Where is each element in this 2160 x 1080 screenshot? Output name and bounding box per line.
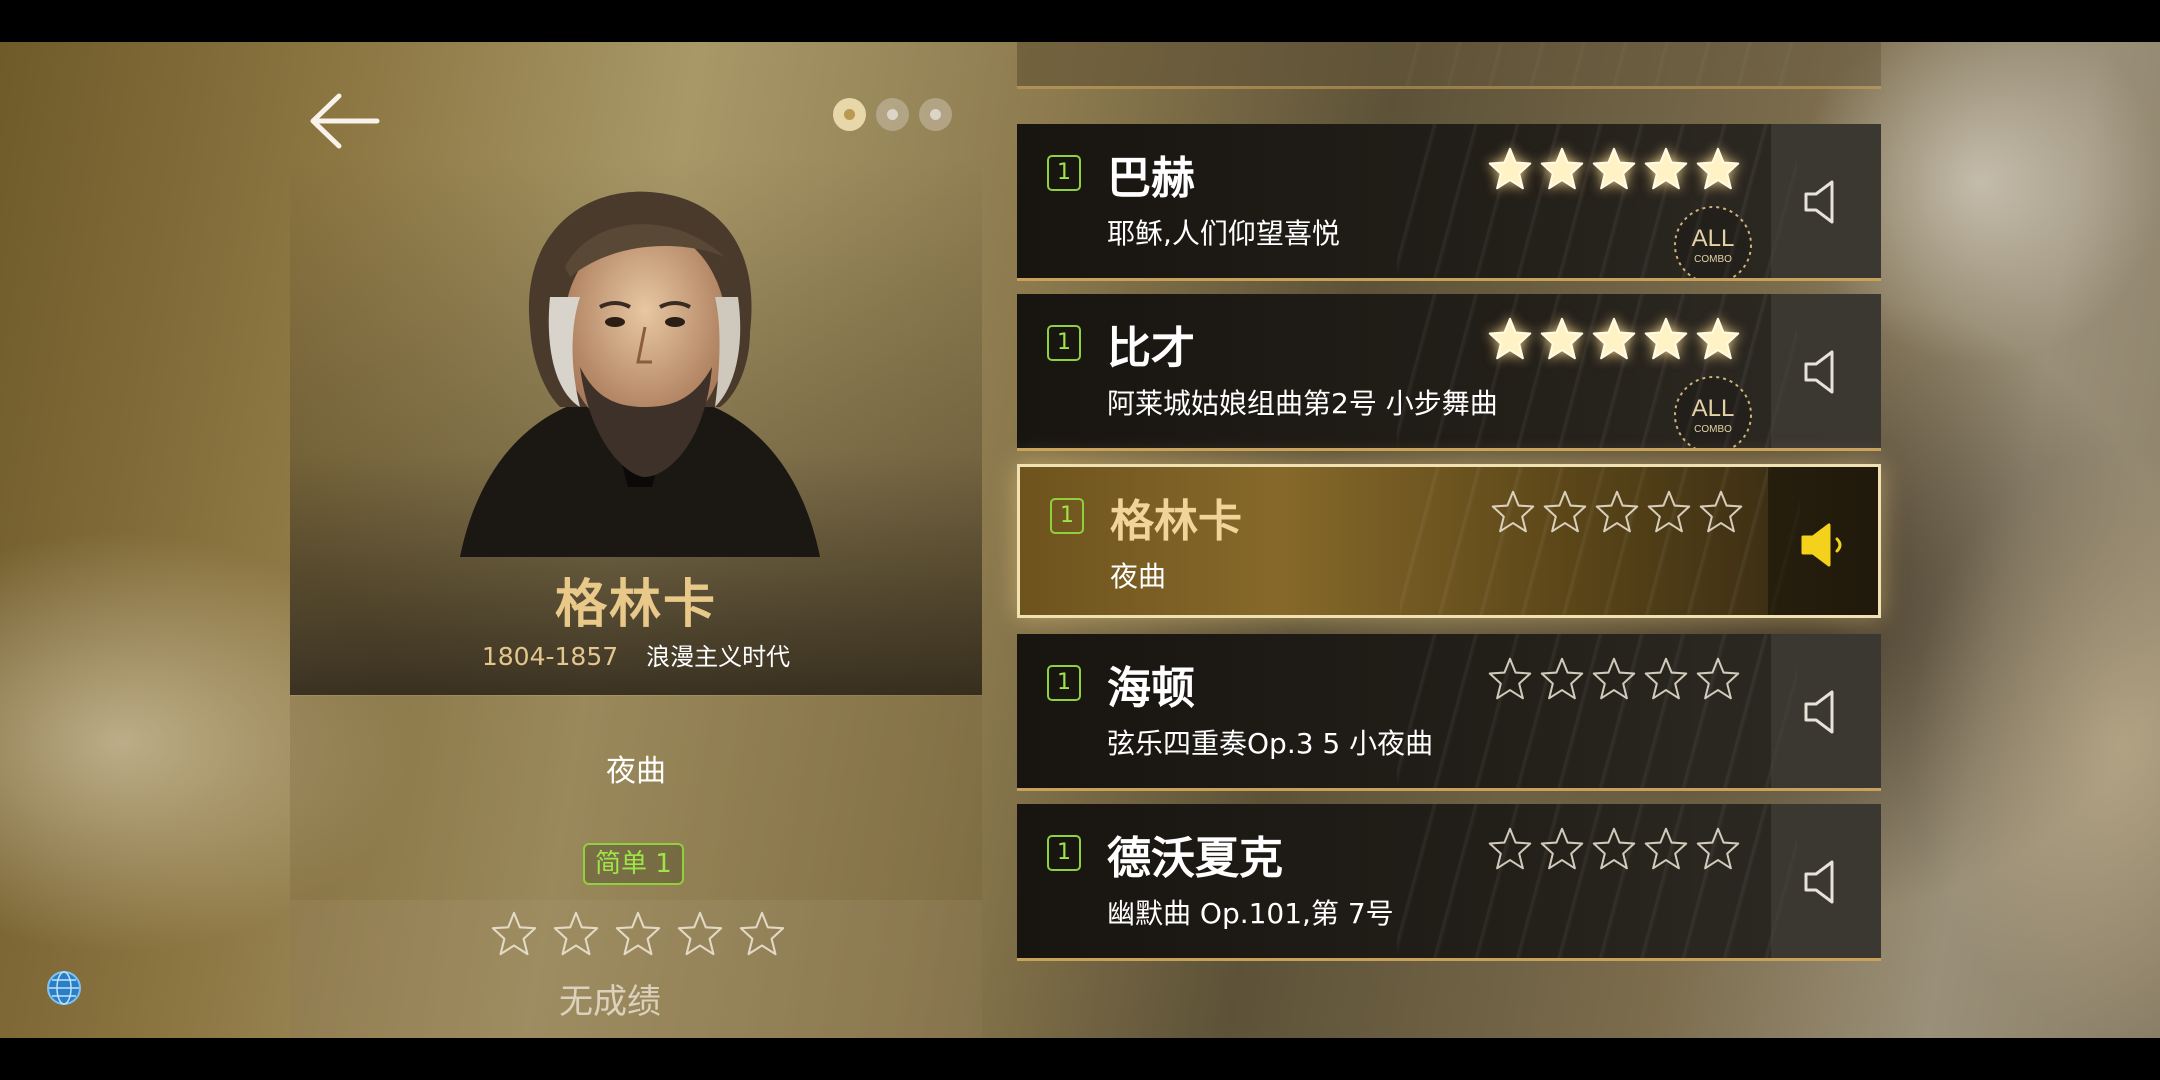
song-composer: 海顿 bbox=[1107, 663, 1195, 714]
level-badge: 1 bbox=[1047, 835, 1081, 871]
preview-button[interactable] bbox=[1768, 467, 1878, 615]
song-stars bbox=[1490, 489, 1744, 535]
star-empty-icon bbox=[615, 911, 661, 956]
star-empty-icon bbox=[739, 911, 785, 956]
level-badge: 1 bbox=[1047, 155, 1081, 191]
star-filled-icon bbox=[1488, 147, 1532, 190]
score-stars bbox=[490, 910, 786, 958]
preview-button[interactable] bbox=[1771, 294, 1881, 448]
song-card[interactable]: 1 海顿弦乐四重奏Op.3 5 小夜曲 bbox=[1017, 634, 1881, 791]
star-empty-icon bbox=[1592, 827, 1636, 870]
difficulty-badge: 简单 1 bbox=[583, 843, 684, 885]
score-panel: 无成绩 bbox=[290, 900, 982, 1038]
star-empty-icon bbox=[491, 911, 537, 956]
star-filled-icon bbox=[1592, 147, 1636, 190]
speaker-icon bbox=[1804, 690, 1834, 734]
star-empty-icon bbox=[1595, 490, 1639, 533]
composer-years: 1804-1857 bbox=[481, 642, 619, 671]
song-piece: 夜曲 bbox=[1110, 560, 1167, 593]
score-text: 无成绩 bbox=[559, 982, 661, 1022]
song-select-screen: 格林卡 1804-1857 浪漫主义时代 夜曲 简单 1 无成绩 华尔兹 Op.… bbox=[0, 42, 2160, 1038]
arrow-left-icon bbox=[310, 93, 380, 149]
all-combo-badge: ALL COMBO bbox=[1674, 376, 1752, 448]
song-card[interactable]: 1 德沃夏克幽默曲 Op.101,第 7号 bbox=[1017, 804, 1881, 961]
star-filled-icon bbox=[1644, 147, 1688, 190]
speaker-icon bbox=[1804, 350, 1834, 394]
song-stars bbox=[1487, 316, 1741, 362]
star-filled-icon bbox=[1540, 317, 1584, 360]
back-button[interactable] bbox=[305, 86, 385, 156]
song-composer: 巴赫 bbox=[1107, 153, 1195, 204]
song-composer: 格林卡 bbox=[1110, 496, 1242, 547]
preview-button[interactable] bbox=[1771, 634, 1881, 788]
star-empty-icon bbox=[1540, 827, 1584, 870]
song-stars bbox=[1487, 656, 1741, 702]
star-filled-icon bbox=[1488, 317, 1532, 360]
piano-keys-decoration bbox=[1397, 42, 1797, 86]
composer-meta: 1804-1857 浪漫主义时代 bbox=[290, 637, 982, 672]
speaker-icon bbox=[1804, 860, 1834, 904]
composer-portrait bbox=[460, 191, 820, 557]
star-empty-icon bbox=[1699, 490, 1743, 533]
star-filled-icon bbox=[1540, 147, 1584, 190]
speaker-on-icon bbox=[1801, 523, 1842, 567]
svg-text:ALL: ALL bbox=[1692, 225, 1735, 252]
song-composer: 德沃夏克 bbox=[1107, 833, 1283, 884]
level-badge: 1 bbox=[1047, 665, 1081, 701]
level-badge: 1 bbox=[1047, 325, 1081, 361]
disc-icon[interactable] bbox=[919, 98, 952, 131]
disc-icon[interactable] bbox=[833, 98, 866, 131]
song-piece: 耶稣,人们仰望喜悦 bbox=[1107, 217, 1340, 250]
svg-text:COMBO: COMBO bbox=[1694, 424, 1732, 435]
speaker-icon bbox=[1804, 180, 1834, 224]
song-card[interactable]: 华尔兹 Op.39,第15号 bbox=[1017, 42, 1881, 89]
song-stars bbox=[1487, 146, 1741, 192]
star-filled-icon bbox=[1696, 317, 1740, 360]
piece-title: 夜曲 bbox=[606, 754, 666, 789]
song-piece: 弦乐四重奏Op.3 5 小夜曲 bbox=[1107, 727, 1434, 760]
star-filled-icon bbox=[1592, 317, 1636, 360]
star-empty-icon bbox=[1543, 490, 1587, 533]
star-empty-icon bbox=[553, 911, 599, 956]
all-combo-badge: ALL COMBO bbox=[1674, 206, 1752, 278]
star-empty-icon bbox=[1696, 827, 1740, 870]
song-list[interactable]: 华尔兹 Op.39,第15号 1 巴赫耶稣,人们仰望喜悦 ALL COMBO 1 比才… bbox=[1017, 42, 1881, 1038]
star-empty-icon bbox=[1491, 490, 1535, 533]
svg-text:COMBO: COMBO bbox=[1694, 254, 1732, 265]
star-empty-icon bbox=[1647, 490, 1691, 533]
star-empty-icon bbox=[677, 911, 723, 956]
composer-era: 浪漫主义时代 bbox=[646, 643, 791, 671]
song-stars bbox=[1487, 826, 1741, 872]
star-filled-icon bbox=[1696, 147, 1740, 190]
star-empty-icon bbox=[1488, 657, 1532, 700]
star-empty-icon bbox=[1696, 657, 1740, 700]
piece-info-panel: 夜曲 简单 1 bbox=[290, 696, 982, 900]
globe-icon[interactable] bbox=[46, 970, 82, 1006]
song-card[interactable]: 1 比才阿莱城姑娘组曲第2号 小步舞曲 ALL COMBO bbox=[1017, 294, 1881, 451]
song-piece: 阿莱城姑娘组曲第2号 小步舞曲 bbox=[1107, 387, 1498, 420]
star-empty-icon bbox=[1540, 657, 1584, 700]
star-empty-icon bbox=[1644, 657, 1688, 700]
star-empty-icon bbox=[1488, 827, 1532, 870]
song-card[interactable]: 1 格林卡夜曲 bbox=[1017, 464, 1881, 618]
song-piece: 幽默曲 Op.101,第 7号 bbox=[1107, 897, 1394, 930]
star-empty-icon bbox=[1644, 827, 1688, 870]
level-badge: 1 bbox=[1050, 498, 1084, 534]
song-composer: 比才 bbox=[1107, 323, 1195, 374]
composer-card: 格林卡 1804-1857 浪漫主义时代 bbox=[290, 157, 982, 695]
composer-name: 格林卡 bbox=[554, 575, 717, 635]
star-filled-icon bbox=[1644, 317, 1688, 360]
star-empty-icon bbox=[1592, 657, 1636, 700]
svg-text:ALL: ALL bbox=[1692, 395, 1735, 422]
page-indicator bbox=[833, 98, 952, 131]
song-card[interactable]: 1 巴赫耶稣,人们仰望喜悦 ALL COMBO bbox=[1017, 124, 1881, 281]
preview-button[interactable] bbox=[1771, 804, 1881, 958]
disc-icon[interactable] bbox=[876, 98, 909, 131]
preview-button[interactable] bbox=[1771, 124, 1881, 278]
